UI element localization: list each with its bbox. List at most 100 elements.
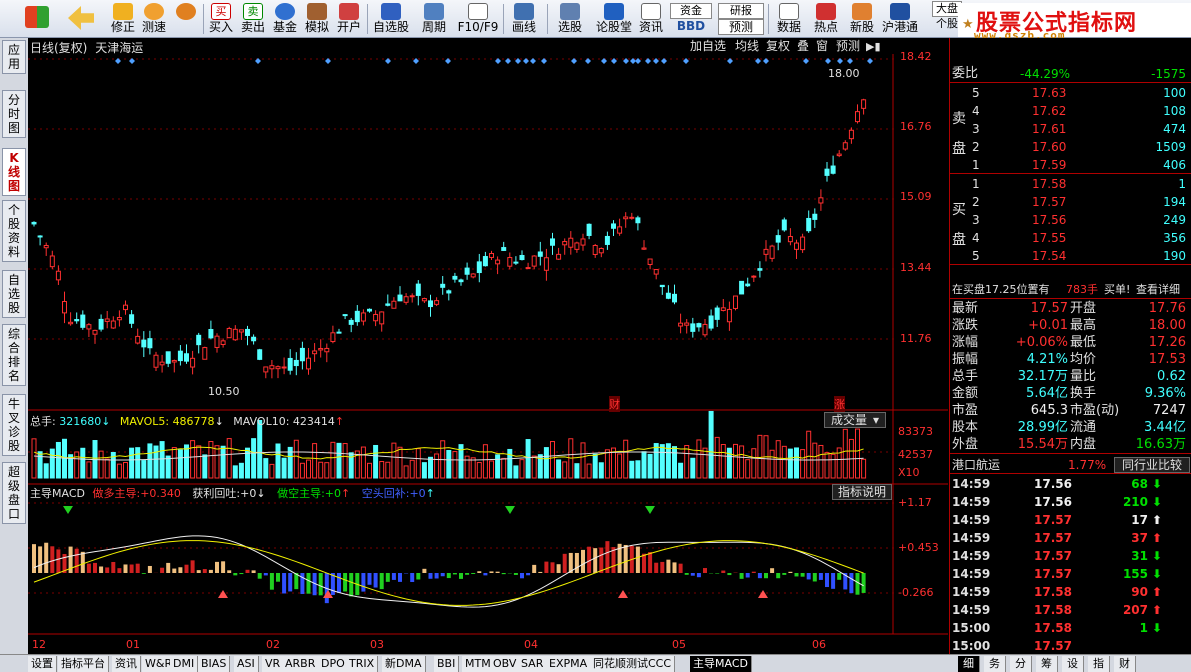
toolbar-select-stock-button[interactable]: 选股: [552, 1, 588, 37]
indicator-tab[interactable]: ARBR: [282, 656, 320, 672]
candle-body: [745, 283, 751, 287]
sell-level-row[interactable]: 1 17.59 406: [950, 156, 1191, 174]
indicator-tab[interactable]: BIAS: [198, 656, 231, 672]
indicator-tab[interactable]: EXPMA: [546, 656, 592, 672]
toolbar-data-button[interactable]: 数据: [772, 1, 806, 37]
ma-button[interactable]: 均线: [733, 39, 761, 55]
volume-bar: [336, 442, 342, 479]
tab-watchlist[interactable]: 自选股: [2, 270, 26, 318]
tab-diagnosis[interactable]: 牛叉诊股: [2, 394, 26, 456]
panel-tab[interactable]: 设: [1062, 656, 1084, 672]
candle-body: [452, 275, 458, 280]
tab-kline[interactable]: K线图: [2, 148, 26, 196]
kline-chart-svg[interactable]: [28, 38, 948, 654]
toolbar-watchlist-button[interactable]: 自选股: [370, 1, 412, 37]
toolbar-period-button[interactable]: 周期: [416, 1, 452, 37]
quote-key: 市盈: [952, 403, 979, 418]
level-price: 17.55: [1032, 231, 1067, 245]
toolbar-back-button[interactable]: [66, 1, 96, 37]
macd-item-label: 做空主导:: [277, 487, 325, 500]
tab-super-panel[interactable]: 超级盘口: [2, 462, 26, 524]
tick-list[interactable]: 14:59 17.56 68 ⬇ 14:59 17.56 210 ⬇ 14:59 17.57 17 ⬆…: [950, 475, 1191, 655]
volume-bar: [37, 451, 43, 479]
sell-level-row[interactable]: 2 17.60 1509: [950, 138, 1191, 156]
macd-bar: [215, 561, 219, 573]
indicator-help-button[interactable]: 指标说明: [832, 484, 892, 500]
indicator-tab[interactable]: OBV: [490, 656, 521, 672]
quote-key: 最新: [952, 301, 979, 316]
sell-level-row[interactable]: 5 17.63 100: [950, 84, 1191, 102]
toolbar-cesu-button[interactable]: 测速: [140, 1, 168, 37]
candle-body: [598, 247, 604, 254]
notice-detail-link[interactable]: 查看详细: [1136, 281, 1180, 299]
toolbar-buy-button[interactable]: 买 买入: [206, 1, 236, 37]
toolbar-hkconnect-button[interactable]: 沪港通: [880, 1, 920, 37]
volume-bar: [464, 455, 470, 479]
toolbar-newstock-button[interactable]: 新股: [846, 1, 878, 37]
candle-body: [403, 296, 409, 303]
volume-bar: [592, 453, 598, 479]
buy-level-row[interactable]: 1 17.58 1: [950, 175, 1191, 193]
overlay-button[interactable]: 叠: [795, 39, 811, 55]
rise-tag[interactable]: 涨: [834, 396, 845, 412]
sell-level-row[interactable]: 3 17.61 474: [950, 120, 1191, 138]
tab-stock-info[interactable]: 个股资料: [2, 200, 26, 262]
industry-compare-button[interactable]: 同行业比较: [1114, 457, 1190, 473]
indicator-tab[interactable]: 同花顺测试CCC: [590, 656, 676, 672]
forecast-button[interactable]: 预测: [834, 39, 862, 55]
panel-tab[interactable]: 筹: [1036, 656, 1058, 672]
panel-tab[interactable]: 指: [1088, 656, 1110, 672]
buy-level-row[interactable]: 3 17.56 249: [950, 211, 1191, 229]
toolbar-forum-button[interactable]: 论股堂: [594, 1, 634, 37]
add-watchlist-button[interactable]: 加自选: [688, 39, 728, 55]
buy-level-row[interactable]: 5 17.54 190: [950, 247, 1191, 265]
indicator-tab[interactable]: BBI: [434, 656, 460, 672]
indicator-tab[interactable]: ASI: [234, 656, 259, 672]
indicator-tab[interactable]: 新DMA: [382, 656, 426, 672]
toolbar-fund-button[interactable]: 基金: [270, 1, 300, 37]
toolbar-open-account-button[interactable]: 开户: [334, 1, 364, 37]
toolbar-fund-bbd-button[interactable]: 资金 BBD: [670, 1, 712, 37]
indicator-tab[interactable]: 指标平台: [58, 656, 109, 672]
indicator-tab[interactable]: 资讯: [112, 656, 141, 672]
tab-timeshare[interactable]: 分时图: [2, 90, 26, 138]
indicator-tab[interactable]: 设置: [28, 656, 57, 672]
toolbar-news-button[interactable]: 资讯: [636, 1, 666, 37]
kline-chart-area[interactable]: 日线(复权) 天津海运 加自选 均线 复权 叠 窗 预测 ▶▮ 18.42 16…: [28, 38, 948, 654]
panel-tab[interactable]: 财: [1114, 656, 1136, 672]
toolbar-windows-button[interactable]: [22, 1, 52, 37]
toolbar-xiuzheng-button[interactable]: 修正: [108, 1, 138, 37]
toolbar-f10-button[interactable]: F10/F9: [456, 1, 500, 37]
indicator-tab[interactable]: VR: [262, 656, 285, 672]
collapse-arrow-icon[interactable]: ▶▮: [864, 39, 883, 55]
toolbar-report-button[interactable]: 研报 预测: [718, 1, 764, 37]
toolbar-draw-button[interactable]: 画线: [506, 1, 542, 37]
indicator-tab[interactable]: 主导MACD: [690, 656, 752, 672]
tab-apps[interactable]: 应用: [2, 40, 26, 74]
tick-time: 14:59: [952, 531, 991, 545]
indicator-tab[interactable]: DPO: [318, 656, 349, 672]
indicator-tab[interactable]: TRIX: [346, 656, 379, 672]
quote-key: 流通: [1070, 420, 1097, 435]
panel-tab[interactable]: 细: [958, 656, 980, 672]
buy-level-row[interactable]: 2 17.57 194: [950, 193, 1191, 211]
window-button[interactable]: 窗: [814, 39, 830, 55]
sector-name[interactable]: 港口航运: [952, 456, 1000, 474]
finance-tag[interactable]: 财: [609, 396, 620, 412]
toolbar-ceshi-button[interactable]: [172, 1, 200, 37]
signal-diamond: [530, 58, 536, 64]
sell-level-row[interactable]: 4 17.62 108: [950, 102, 1191, 120]
panel-tab[interactable]: 分: [1010, 656, 1032, 672]
indicator-tab[interactable]: DMI: [170, 656, 199, 672]
buy-level-row[interactable]: 4 17.55 356: [950, 229, 1191, 247]
tab-ranking[interactable]: 综合排名: [2, 324, 26, 386]
adjust-button[interactable]: 复权: [764, 39, 792, 55]
toolbar-hotspot-button[interactable]: 热点: [810, 1, 842, 37]
volume-dropdown[interactable]: 成交量 ▾: [824, 412, 886, 428]
signal-diamond: [867, 58, 873, 64]
candle-body: [74, 319, 80, 322]
toolbar-simulate-button[interactable]: 模拟: [302, 1, 332, 37]
panel-tab[interactable]: 务: [984, 656, 1006, 672]
indicator-tab[interactable]: SAR: [518, 656, 548, 672]
toolbar-sell-button[interactable]: 卖 卖出: [238, 1, 268, 37]
